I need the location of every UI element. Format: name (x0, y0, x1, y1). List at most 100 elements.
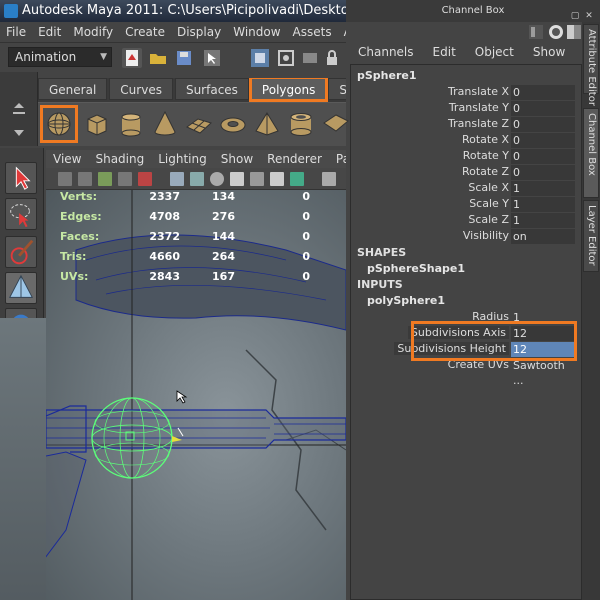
shelf-tabs: GeneralCurvesSurfacesPolygonsSubdivs (38, 78, 346, 102)
perspective-viewport[interactable]: Verts: 2337 134 0 Edges: 4708 276 0 Faces: 2372… (46, 190, 346, 600)
selection-mask-icon[interactable] (300, 48, 320, 68)
status-line: Animation ▼ (0, 42, 346, 72)
tool-settings-toggle-icon[interactable] (566, 24, 582, 40)
menu-display[interactable]: Display (171, 22, 227, 39)
move-tool-icon[interactable] (5, 272, 37, 304)
shadows-icon[interactable] (270, 172, 284, 186)
channel-box-menu-bar: Channels Edit Object Show (346, 42, 582, 64)
select-by-hierarchy-icon[interactable] (202, 48, 222, 68)
cb-attr-translate-x[interactable]: Translate X0 (351, 85, 581, 101)
panel-menu-view[interactable]: View (46, 150, 88, 166)
channel-box-toolbar (346, 22, 582, 42)
channel-box-window-title: Channel Box (441, 5, 505, 16)
smooth-shade-icon[interactable] (190, 172, 204, 186)
bookmark-icon[interactable] (78, 172, 92, 186)
menu-edit[interactable]: Edit (32, 22, 67, 39)
panel-toolbar (46, 168, 346, 190)
cb-attr-rotate-x[interactable]: Rotate X0 (351, 133, 581, 149)
mouse-cursor-icon (176, 390, 188, 404)
poly-sphere-icon[interactable] (40, 105, 78, 143)
cb-attr-scale-x[interactable]: Scale X1 (351, 181, 581, 197)
cb-shapes-header: SHAPES (357, 246, 407, 259)
poly-helix-icon[interactable] (320, 109, 350, 139)
poly-pipe-icon[interactable] (286, 109, 316, 139)
wireframe-icon[interactable] (170, 172, 184, 186)
menu-modify[interactable]: Modify (67, 22, 119, 39)
menu-assets[interactable]: Assets (287, 22, 338, 39)
textured-icon[interactable] (230, 172, 244, 186)
cb-inputs-header: INPUTS (357, 278, 403, 291)
menu-window[interactable]: Window (227, 22, 286, 39)
panel-menu-lighting[interactable]: Lighting (151, 150, 214, 166)
poly-cube-icon[interactable] (82, 109, 112, 139)
two-d-pan-icon[interactable] (118, 172, 132, 186)
tab-polygons[interactable]: Polygons (248, 78, 329, 102)
lasso-tool-icon[interactable] (5, 198, 37, 230)
shelf-menu-icon[interactable] (12, 102, 26, 142)
poly-plane-icon[interactable] (184, 109, 214, 139)
menu-file[interactable]: File (0, 22, 32, 39)
cb-attr-translate-z[interactable]: Translate Z0 (351, 117, 581, 133)
menu-create[interactable]: Create (119, 22, 171, 39)
panel-menu-panels[interactable]: Panels (329, 150, 346, 166)
select-by-object-type-icon[interactable] (250, 48, 270, 68)
isolate-select-icon[interactable] (322, 172, 336, 186)
tab-subdivs[interactable]: Subdivs (328, 78, 346, 100)
maya-app-icon (4, 4, 18, 18)
cb-menu-show[interactable]: Show (521, 42, 572, 59)
menu-set-value: Animation (15, 50, 77, 64)
grease-pencil-icon[interactable] (138, 172, 152, 186)
poly-cone-icon[interactable] (150, 109, 180, 139)
open-scene-icon[interactable] (148, 48, 168, 68)
select-by-component-icon[interactable] (276, 48, 296, 68)
tab-attribute-editor[interactable]: Attribute Editor (583, 24, 599, 106)
shaded-icon[interactable] (210, 172, 224, 186)
save-scene-icon[interactable] (174, 48, 194, 68)
new-scene-icon[interactable] (122, 48, 142, 68)
image-plane-icon[interactable] (98, 172, 112, 186)
cb-input-node[interactable]: polySphere1 (367, 294, 445, 307)
poly-cylinder-icon[interactable] (116, 109, 146, 139)
use-lights-icon[interactable] (250, 172, 264, 186)
panel-menu-show[interactable]: Show (214, 150, 260, 166)
texture-icon[interactable] (290, 172, 304, 186)
tab-surfaces[interactable]: Surfaces (174, 78, 249, 100)
cb-attr-visibility[interactable]: Visibility on (351, 229, 581, 245)
cb-node-name[interactable]: pSphere1 (357, 69, 417, 82)
side-panel-tabs: Attribute Editor Channel Box Layer Edito… (582, 22, 600, 600)
close-icon[interactable]: ✕ (584, 11, 594, 21)
cb-menu-edit[interactable]: Edit (421, 42, 463, 59)
paint-select-tool-icon[interactable] (5, 236, 37, 268)
camera-attributes-icon[interactable] (58, 172, 72, 186)
cb-attr-translate-y[interactable]: Translate Y0 (351, 101, 581, 117)
lock-selection-icon[interactable] (322, 48, 342, 68)
cb-menu-object[interactable]: Object (463, 42, 521, 59)
cb-shape-node[interactable]: pSphereShape1 (367, 262, 465, 275)
highlight-frame (411, 321, 577, 361)
cb-attr-scale-y[interactable]: Scale Y1 (351, 197, 581, 213)
channel-box-window-header: Channel Box ▢ ✕ (346, 0, 600, 22)
panel-menu-renderer[interactable]: Renderer (260, 150, 329, 166)
select-tool-icon[interactable] (5, 162, 37, 194)
cb-menu-channels[interactable]: Channels (346, 42, 421, 59)
panel-menu-shading[interactable]: Shading (88, 150, 151, 166)
minimize-icon[interactable]: ▢ (570, 11, 580, 21)
window-title: Autodesk Maya 2011: C:\Users\Picipolivad… (22, 3, 346, 18)
chevron-down-icon: ▼ (100, 52, 107, 62)
viewport-left-strip (0, 318, 46, 600)
poly-pyramid-icon[interactable] (252, 109, 282, 139)
menu-animate[interactable]: Anima (338, 22, 346, 39)
tab-channel-box[interactable]: Channel Box (583, 108, 599, 198)
menu-set-dropdown[interactable]: Animation ▼ (8, 47, 112, 67)
cb-attr-rotate-z[interactable]: Rotate Z0 (351, 165, 581, 181)
tab-layer-editor[interactable]: Layer Editor (583, 200, 599, 272)
channel-box-toggle-icon[interactable] (528, 24, 544, 40)
shelf-left-controls (0, 72, 38, 146)
tab-general[interactable]: General (38, 78, 108, 100)
cb-attr-rotate-y[interactable]: Rotate Y0 (351, 149, 581, 165)
layer-editor-toggle-icon[interactable] (548, 24, 564, 40)
main-menu-bar: FileEditModifyCreateDisplayWindowAssetsA… (0, 22, 346, 42)
tab-curves[interactable]: Curves (109, 78, 173, 100)
poly-torus-icon[interactable] (218, 109, 248, 139)
cb-attr-scale-z[interactable]: Scale Z1 (351, 213, 581, 229)
